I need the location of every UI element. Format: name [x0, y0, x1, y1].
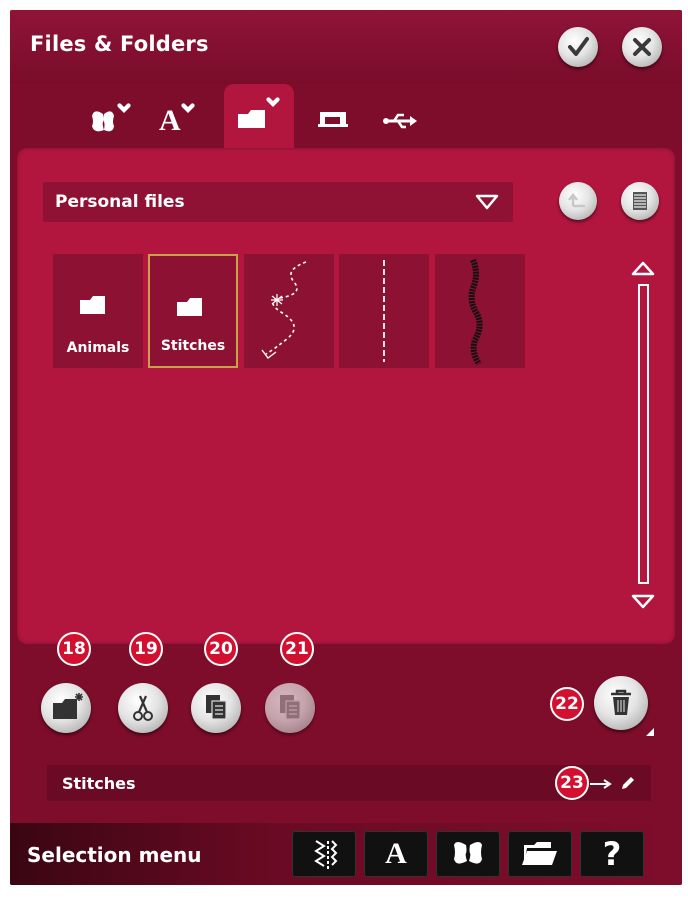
files-and-folders-screen: Files & Folders A Personal files Animals… — [10, 10, 682, 885]
svg-text:A: A — [159, 104, 181, 137]
callout-badge-20: 20 — [204, 632, 238, 666]
close-button[interactable] — [622, 27, 662, 67]
checkmark-icon — [568, 37, 589, 56]
callout-badge-19: 19 — [129, 632, 163, 666]
folder-label: Stitches — [160, 338, 226, 354]
font-menu-button[interactable]: A — [364, 831, 428, 877]
delete-button[interactable] — [594, 676, 648, 730]
cut-button[interactable] — [118, 683, 168, 733]
favorite-fonts-icon: A — [159, 103, 195, 137]
callout-badge-21: 21 — [280, 632, 314, 666]
butterfly-icon — [454, 842, 482, 864]
stitch-file-item[interactable] — [435, 254, 525, 368]
new-folder-icon — [53, 693, 83, 719]
tab-machine[interactable] — [300, 92, 370, 148]
file-browser-panel: Personal files Animals Stitches — [17, 148, 675, 644]
list-view-icon — [633, 192, 647, 210]
footer-bar: Selection menu A ? — [10, 823, 682, 885]
help-button[interactable]: ? — [580, 831, 644, 877]
corner-indicator-icon — [646, 728, 654, 736]
selection-menu-label: Selection menu — [27, 843, 202, 867]
stitch-icon — [314, 840, 338, 869]
stitch-file-item[interactable] — [244, 254, 334, 368]
close-icon — [633, 38, 651, 56]
location-label: Personal files — [55, 192, 185, 212]
tab-favorite-fonts[interactable]: A — [147, 92, 217, 148]
copy-button[interactable] — [191, 683, 241, 733]
scroll-down-icon[interactable] — [631, 594, 655, 610]
stitch-preview-icon — [261, 261, 307, 359]
list-view-button[interactable] — [621, 182, 659, 220]
tab-favorite-designs[interactable] — [82, 92, 152, 148]
satin-stitch-preview-icon — [468, 258, 483, 366]
help-icon: ? — [602, 835, 622, 873]
folder-label: Animals — [66, 340, 130, 356]
straight-stitch-preview-icon — [383, 260, 385, 362]
folder-icon — [80, 296, 105, 314]
open-folder-icon — [522, 842, 557, 865]
pencil-icon[interactable] — [619, 774, 637, 792]
folder-icon — [177, 298, 202, 316]
chevron-down-icon — [475, 194, 499, 210]
callout-arrow-icon — [590, 779, 612, 789]
paste-icon — [280, 695, 301, 720]
selected-name: Stitches — [62, 774, 136, 793]
callout-badge-23: 23 — [555, 766, 589, 800]
scrollbar-track[interactable] — [638, 284, 649, 584]
paste-button[interactable] — [265, 683, 315, 733]
scroll-up-icon[interactable] — [631, 260, 655, 276]
favorite-designs-icon — [92, 103, 131, 132]
favorite-folder-icon — [238, 97, 280, 128]
font-icon: A — [385, 837, 407, 870]
parent-folder-button[interactable] — [559, 182, 597, 220]
folder-item-stitches[interactable]: Stitches — [148, 254, 238, 368]
machine-icon — [318, 112, 348, 127]
callout-badge-22: 22 — [550, 687, 584, 721]
usb-icon — [383, 113, 417, 129]
title-bar: Files & Folders — [10, 10, 682, 84]
tab-bar: A — [10, 84, 682, 154]
callout-badge-18: 18 — [57, 632, 91, 666]
ok-button[interactable] — [558, 27, 598, 67]
folder-up-icon — [568, 192, 585, 208]
trash-icon — [611, 689, 631, 715]
design-menu-button[interactable] — [436, 831, 500, 877]
file-manager-button[interactable] — [508, 831, 572, 877]
tab-usb[interactable] — [366, 92, 436, 148]
folder-item-animals[interactable]: Animals — [53, 254, 143, 368]
scissors-icon — [133, 695, 153, 721]
page-title: Files & Folders — [30, 32, 209, 56]
location-dropdown[interactable]: Personal files — [43, 182, 513, 222]
stitch-menu-button[interactable] — [292, 831, 356, 877]
tab-favorite-folder[interactable] — [224, 84, 294, 154]
new-folder-button[interactable] — [41, 683, 91, 733]
copy-icon — [206, 695, 227, 720]
stitch-file-item[interactable] — [339, 254, 429, 368]
